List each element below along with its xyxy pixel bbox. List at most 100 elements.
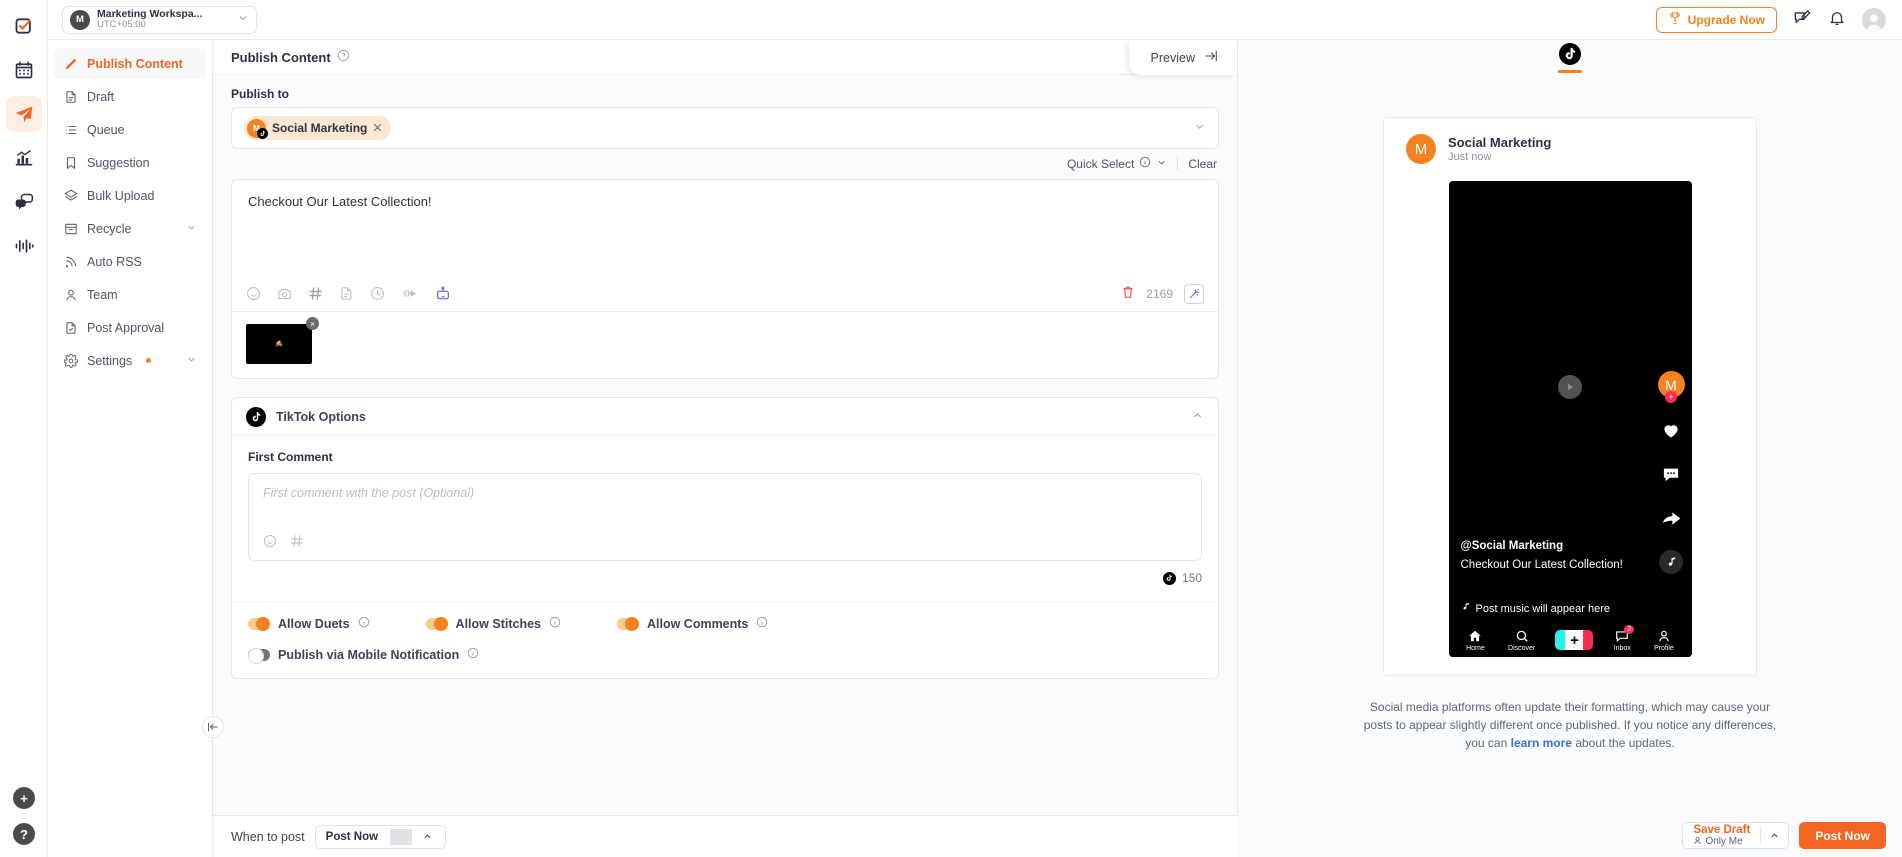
nav-discover[interactable]: Discover [1508,629,1535,652]
info-icon[interactable] [549,616,561,631]
post-content-input[interactable]: Checkout Our Latest Collection! [232,180,1218,276]
toggle-label: Allow Stitches [455,616,541,631]
accounts-select[interactable]: M Social Marketing [231,107,1219,149]
sidebar-nav: Publish Content Draft Queue Suggestion B… [48,40,212,376]
tiktok-options-header[interactable]: TikTok Options [232,398,1218,436]
nav-create[interactable]: + [1555,630,1594,650]
avatar[interactable] [1862,7,1886,32]
list-icon [63,122,78,137]
sidebar-item-team[interactable]: Team [54,279,206,310]
settings-notification-dot [146,358,152,363]
first-comment-input[interactable]: First comment with the post (Optional) [249,474,1201,512]
hashtag-icon[interactable] [308,286,323,301]
rail-item-tasks[interactable] [6,8,42,44]
magic-wand-icon[interactable] [1184,283,1204,304]
allow-stitches-toggle[interactable] [425,616,448,631]
sidebar-item-bulk-upload[interactable]: Bulk Upload [54,180,206,211]
toggle-allow-duets: Allow Duets [248,616,370,631]
learn-more-link[interactable]: learn more [1511,736,1572,750]
remove-media-icon[interactable]: × [306,317,319,330]
visibility-label: Only Me [1705,836,1743,848]
info-icon[interactable] [467,647,479,662]
info-icon[interactable] [756,616,768,631]
allow-comments-toggle[interactable] [616,616,639,631]
emoji-icon[interactable] [246,286,261,301]
hashtag-icon[interactable] [290,534,304,551]
tab-tiktok[interactable] [1558,42,1582,73]
publish-via-mobile-toggle[interactable] [248,647,270,664]
sidebar-item-queue[interactable]: Queue [54,114,206,145]
sidebar-item-post-approval[interactable]: Post Approval [54,312,206,343]
share-icon[interactable] [1659,506,1683,530]
calendar-icon [15,61,32,79]
help-circle-icon[interactable] [337,49,350,65]
chevron-up-icon [412,831,445,842]
sidebar-item-publish-content[interactable]: Publish Content [54,48,206,79]
play-button[interactable] [1558,375,1582,399]
rail-item-listening[interactable] [6,228,42,264]
preview-account-name: Social Marketing [1448,134,1552,150]
sidebar-item-draft[interactable]: Draft [54,81,206,112]
nav-label: Discover [1508,644,1536,652]
main-scroll-area: Publish to M Social Marketing Quick Sele… [213,75,1237,817]
nav-home[interactable]: Home [1466,629,1485,652]
quick-select-button[interactable]: Quick Select [1067,156,1167,171]
history-icon[interactable] [370,286,385,301]
nav-inbox[interactable]: 2 Inbox [1614,624,1635,652]
comment-icon[interactable] [1659,462,1683,486]
workspace-text: Marketing Workspa... UTC+05:00 [97,9,202,30]
trash-icon[interactable] [1121,285,1135,302]
main-panel: Publish Content Preview Publish to M Soc… [202,40,1238,857]
clear-button[interactable]: Clear [1188,157,1217,171]
publish-icon [15,106,32,123]
camera-icon[interactable] [277,286,292,301]
tiktok-phone-preview: M + @Social Marketing Checkout Our Lates… [1448,181,1692,657]
account-name: Social Marketing [272,121,368,135]
rail-item-inbox[interactable] [6,184,42,220]
when-to-post-label: When to post [231,829,305,844]
chevron-up-icon[interactable] [1760,827,1788,844]
sidebar-label: Recycle [87,221,132,236]
sidebar-item-settings[interactable]: Settings [54,345,206,376]
collapse-right-icon [1203,49,1219,66]
chevron-down-icon[interactable] [1193,120,1206,136]
post-now-button[interactable]: Post Now [1799,822,1886,849]
feedback-icon[interactable] [1793,9,1812,31]
toggle-label: Publish via Mobile Notification [278,647,460,662]
sidebar-item-recycle[interactable]: Recycle [54,213,206,244]
sidebar-item-suggestion[interactable]: Suggestion [54,147,206,178]
rail-item-calendar[interactable] [6,52,42,88]
rail-item-analytics[interactable] [6,140,42,176]
layers-icon [63,188,78,203]
allow-duets-toggle[interactable] [248,616,270,631]
help-button[interactable]: ? [13,823,35,845]
caption-text: Checkout Our Latest Collection! [1460,559,1623,571]
workspace-selector[interactable]: M Marketing Workspa... UTC+05:00 [62,5,257,34]
chevron-up-icon[interactable] [1191,409,1204,425]
waveform-icon [15,239,34,253]
music-disc-icon[interactable] [1659,550,1683,574]
sidebar-item-auto-rss[interactable]: Auto RSS [54,246,206,277]
emoji-icon[interactable] [263,534,277,551]
template-icon[interactable] [339,286,354,301]
remove-account-icon[interactable] [373,121,382,135]
preview-account-header: M Social Marketing Just now [1384,134,1756,164]
heart-icon[interactable] [1659,418,1683,442]
link-icon[interactable] [401,286,419,301]
media-thumbnail[interactable] [246,324,312,364]
preview-toggle-button[interactable]: Preview [1128,40,1237,75]
nav-profile[interactable]: Profile [1654,629,1674,652]
collapse-sidebar-handle[interactable] [202,716,224,738]
rail-item-publish[interactable] [5,96,42,132]
creator-avatar[interactable]: M + [1657,371,1685,403]
info-icon[interactable] [358,616,370,631]
first-comment-label: First Comment [248,450,333,464]
upgrade-now-button[interactable]: Upgrade Now [1655,6,1777,33]
notifications-icon[interactable] [1828,9,1846,30]
archive-icon [63,221,78,236]
schedule-select[interactable]: Post Now [314,824,447,849]
ai-bot-icon[interactable] [435,286,451,302]
follow-plus-icon[interactable]: + [1665,391,1677,403]
add-button[interactable]: + [13,787,35,809]
save-draft-button[interactable]: Save Draft Only Me [1682,822,1790,849]
